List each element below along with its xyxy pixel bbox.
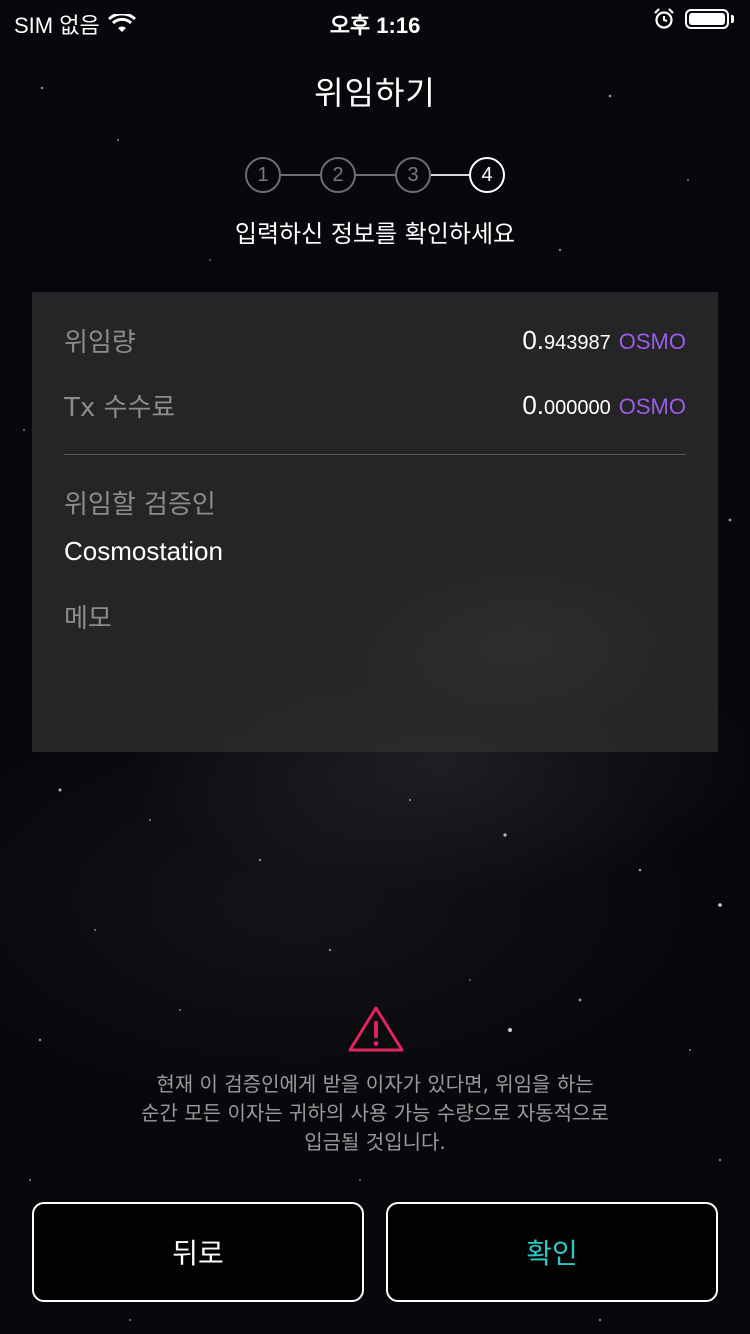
amount-denom: OSMO — [618, 328, 686, 354]
step-2: 2 — [320, 157, 356, 193]
battery-tip — [731, 15, 734, 23]
amount-integer: 0. — [522, 324, 545, 355]
amount-decimals: 943987 — [544, 331, 611, 354]
confirm-instruction: 입력하신 정보를 확인하세요 — [234, 220, 516, 248]
delegation-summary-card: 위임량 0.943987 OSMO Tx 수수료 0.000000 OSMO 위임할… — [32, 292, 718, 752]
status-bar: SIM 없음 오후 1:16 — [0, 0, 750, 40]
step-connector — [429, 174, 471, 176]
confirm-button[interactable]: 확인 — [386, 1202, 718, 1302]
warning-triangle-icon — [348, 1006, 404, 1052]
delegation-amount-value: 0.943987 OSMO — [522, 325, 686, 356]
fee-integer: 0. — [522, 389, 545, 420]
battery-level — [689, 13, 725, 25]
fee-decimals: 000000 — [544, 396, 611, 419]
status-right — [653, 8, 734, 30]
memo-value-row — [64, 648, 686, 684]
warning-line: 순간 모든 이자는 귀하의 사용 가능 수량으로 자동적으로 — [141, 1101, 609, 1125]
validator-label-row: 위임할 검증인 — [64, 484, 686, 520]
tx-fee-row: Tx 수수료 0.000000 OSMO — [64, 387, 686, 423]
delegation-amount-row: 위임량 0.943987 OSMO — [64, 322, 686, 358]
warning-line: 현재 이 검증인에게 받을 이자가 있다면, 위임을 하는 — [156, 1072, 594, 1096]
validator-name: Cosmostation — [64, 536, 223, 566]
tx-fee-label: Tx 수수료 — [64, 392, 176, 423]
warning-line: 입금될 것입니다. — [304, 1130, 446, 1154]
step-connector — [279, 174, 320, 176]
step-4-current: 4 — [469, 157, 505, 193]
step-3: 3 — [395, 157, 431, 193]
step-indicator: 1 2 3 4 — [245, 157, 505, 193]
battery-icon — [685, 9, 729, 29]
memo-row: 메모 — [64, 598, 686, 634]
page-title: 위임하기 — [314, 74, 436, 112]
memo-label: 메모 — [64, 603, 112, 634]
status-time: 오후 1:16 — [329, 13, 421, 38]
validator-label: 위임할 검증인 — [64, 489, 216, 520]
delegation-amount-label: 위임량 — [64, 327, 136, 358]
divider — [64, 454, 686, 455]
tx-fee-value: 0.000000 OSMO — [522, 390, 686, 421]
back-button[interactable]: 뒤로 — [32, 1202, 364, 1302]
step-connector — [354, 174, 395, 176]
fee-denom: OSMO — [618, 393, 686, 419]
interest-warning-text: 현재 이 검증인에게 받을 이자가 있다면, 위임을 하는 순간 모든 이자는 … — [90, 1070, 660, 1157]
step-1: 1 — [245, 157, 281, 193]
alarm-icon — [654, 8, 674, 29]
